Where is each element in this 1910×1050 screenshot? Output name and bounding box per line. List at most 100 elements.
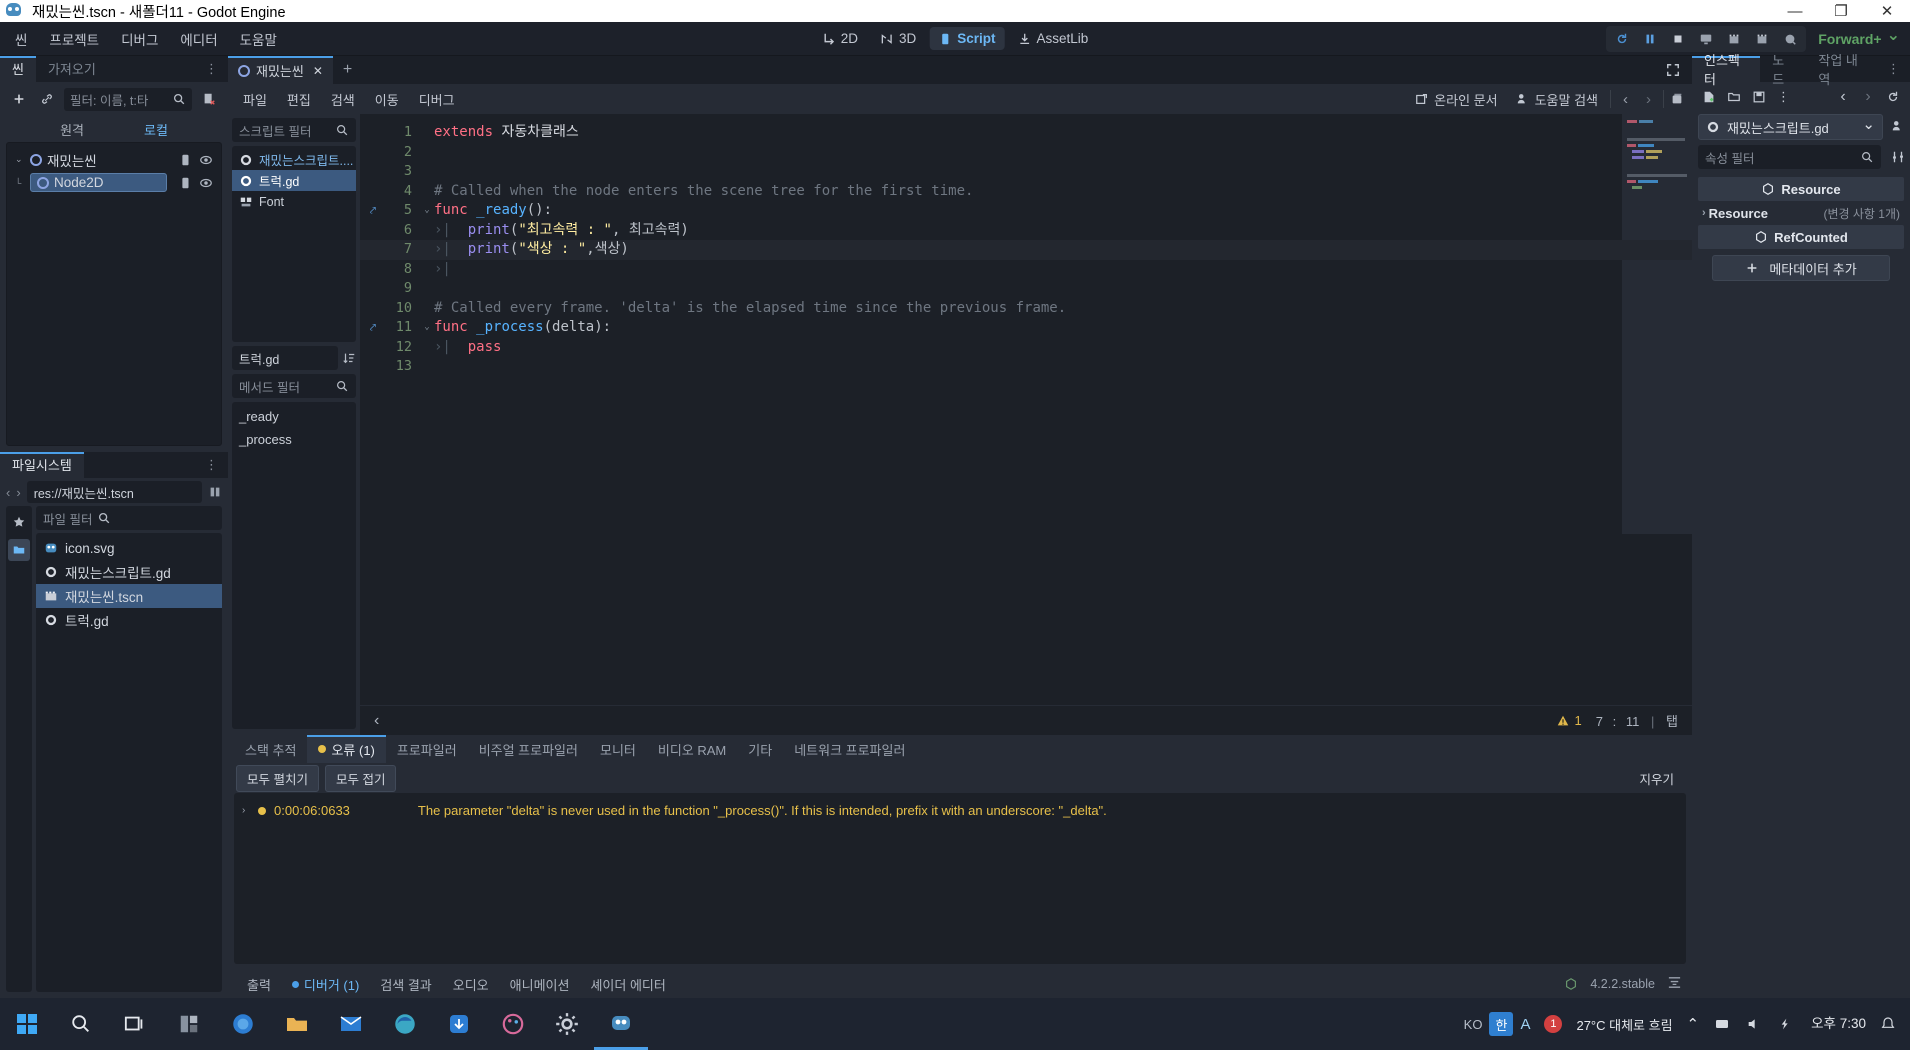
history-icon[interactable] [1670,92,1684,106]
folder-icon[interactable] [8,539,30,561]
warning-count-button[interactable]: 1 [1556,713,1582,728]
script-menu-search[interactable]: 검색 [322,86,364,113]
scene-tree-node-node2d[interactable]: └ Node2D [7,171,221,194]
error-row[interactable]: › 0:00:06:0633 The parameter "delta" is … [234,803,1686,818]
visibility-icon[interactable] [199,176,213,190]
prev-script-button[interactable]: ‹ [1617,91,1634,108]
bottom-dock-item[interactable]: 검색 결과 [371,972,440,997]
plus-icon[interactable] [8,88,30,110]
filesystem-dock-menu-button[interactable]: ⋮ [196,452,228,478]
new-tab-button[interactable]: + [333,56,362,84]
battery-icon[interactable] [1777,1016,1797,1032]
code-line[interactable]: ⤤ 11 ⌄ func _process(delta): [360,318,1692,338]
menu-help[interactable]: 도움말 [229,25,288,53]
mode-script-button[interactable]: Script [929,27,1005,50]
movie-start-icon[interactable] [1720,27,1748,51]
load-icon[interactable] [1723,86,1745,108]
code-line[interactable]: 4 # Called when the node enters the scene… [360,182,1692,202]
property-section-refcounted[interactable]: RefCounted [1698,225,1904,249]
clock[interactable]: 오후 7:30 [1811,1015,1866,1033]
inspector-filter-input[interactable]: 속성 필터 [1698,145,1881,169]
menu-scene[interactable]: 씬 [4,25,38,53]
maximize-button[interactable]: ❐ [1818,0,1864,22]
paint-icon[interactable] [486,998,540,1050]
online-docs-button[interactable]: 온라인 문서 [1409,87,1503,112]
bottom-dock-item[interactable]: 디버거 (1) [283,972,368,997]
property-subsection-resource[interactable]: › Resource (변경 사항 1개) [1698,201,1904,225]
script-tab-scene[interactable]: 재밌는씬 ✕ [228,56,333,84]
debugger-tab[interactable]: 모니터 [589,735,647,763]
code-line[interactable]: 10 # Called every frame. 'delta' is the e… [360,299,1692,319]
network-icon[interactable] [1713,1016,1731,1032]
help-search-button[interactable]: 도움말 검색 [1510,87,1604,112]
firefox-icon[interactable] [216,998,270,1050]
scene-mode-remote[interactable]: 원격 [60,120,84,139]
visibility-icon[interactable] [199,153,213,167]
mode-2d-button[interactable]: 2D [813,27,867,50]
inspector-object-selector[interactable]: 재밌는스크립트.gd ⌄ [1698,114,1883,140]
debugger-tab[interactable]: 스택 추적 [234,735,307,763]
mail-icon[interactable] [324,998,378,1050]
debugger-tab[interactable]: 네트워크 프로파일러 [783,735,916,763]
taskview-icon[interactable] [108,998,162,1050]
mode-assetlib-button[interactable]: AssetLib [1009,27,1098,50]
chevron-up-icon[interactable]: ⌃ [1687,1015,1700,1033]
code-line[interactable]: 8 ›| [360,260,1692,280]
chevron-down-icon[interactable]: ⌄ [1862,115,1875,133]
code-line[interactable]: 3 [360,162,1692,182]
next-script-button[interactable]: › [1640,91,1657,108]
close-button[interactable]: ✕ [1864,0,1910,22]
code-line[interactable]: 7 ›| print("색상 : ",색상) [360,240,1692,260]
scene-filter-input[interactable]: 필터: 이름, t:타 [64,87,192,111]
code-lines[interactable]: 1 extends 자동차클래스 2 3 4 # Called when the node… [360,114,1692,705]
script-list-item[interactable]: Font [232,191,356,212]
play-scene-icon[interactable] [1692,27,1720,51]
inspector-menu-button[interactable]: ⋮ [1878,56,1910,82]
debugger-tab[interactable]: 오류 (1) [307,735,386,763]
split-icon[interactable] [208,485,222,499]
chevron-down-icon[interactable]: ⌄ [15,154,25,165]
collapse-sidebar-button[interactable]: ‹ [374,712,379,730]
godot-taskbar-icon[interactable] [594,998,648,1050]
distraction-free-icon[interactable] [1654,56,1692,84]
minimize-button[interactable]: — [1772,0,1818,22]
code-line[interactable]: 9 [360,279,1692,299]
link-icon[interactable] [36,88,58,110]
collapse-all-button[interactable]: 모두 접기 [324,764,397,792]
tab-node[interactable]: 노드 [1760,53,1806,87]
forward-arrow-icon[interactable]: › [16,485,20,500]
tools-menu-icon[interactable]: ⋮ [1773,86,1795,108]
expand-all-button[interactable]: 모두 펼치기 [236,764,319,792]
bottom-dock-item[interactable]: 오디오 [444,972,498,997]
renderer-selector[interactable]: Forward+ ⌄ [1818,27,1900,49]
code-line[interactable]: ⤤ 5 ⌄ func _ready(): [360,201,1692,221]
code-line[interactable]: 12 ›| pass [360,338,1692,358]
ime-indicator[interactable]: KO 한 A [1464,1012,1530,1036]
method-list-item[interactable]: _ready [232,405,356,428]
script-menu-file[interactable]: 파일 [234,86,276,113]
pause-icon[interactable] [1636,27,1664,51]
remove-script-icon[interactable] [198,88,220,110]
attach-script-icon[interactable] [178,176,192,190]
tab-history[interactable]: 작업 내역 [1806,53,1878,87]
tab-scene[interactable]: 씬 [0,56,36,82]
download-icon[interactable] [432,998,486,1050]
script-menu-debug[interactable]: 디버그 [410,86,464,113]
expand-bottom-icon[interactable] [1667,975,1682,993]
file-row[interactable]: 재밌는스크립트.gd [36,560,222,584]
file-row[interactable]: 재밌는씬.tscn [36,584,222,608]
bottom-dock-item[interactable]: 출력 [238,972,280,997]
scene-dock-menu-button[interactable]: ⋮ [196,56,228,82]
new-resource-icon[interactable] [1698,86,1720,108]
movie-stop-icon[interactable] [1748,27,1776,51]
tab-import[interactable]: 가져오기 [36,56,108,82]
notification-icon[interactable] [1880,1016,1896,1032]
inspector-prev-button[interactable]: ‹ [1832,86,1854,108]
script-list-item[interactable]: 트럭.gd [232,170,356,191]
settings-icon[interactable] [540,998,594,1050]
stop-icon[interactable] [1664,27,1692,51]
menu-editor[interactable]: 에디터 [169,25,228,53]
file-row[interactable]: icon.svg [36,536,222,560]
menu-debug[interactable]: 디버그 [110,25,169,53]
debugger-error-list[interactable]: › 0:00:06:0633 The parameter "delta" is … [234,793,1686,964]
